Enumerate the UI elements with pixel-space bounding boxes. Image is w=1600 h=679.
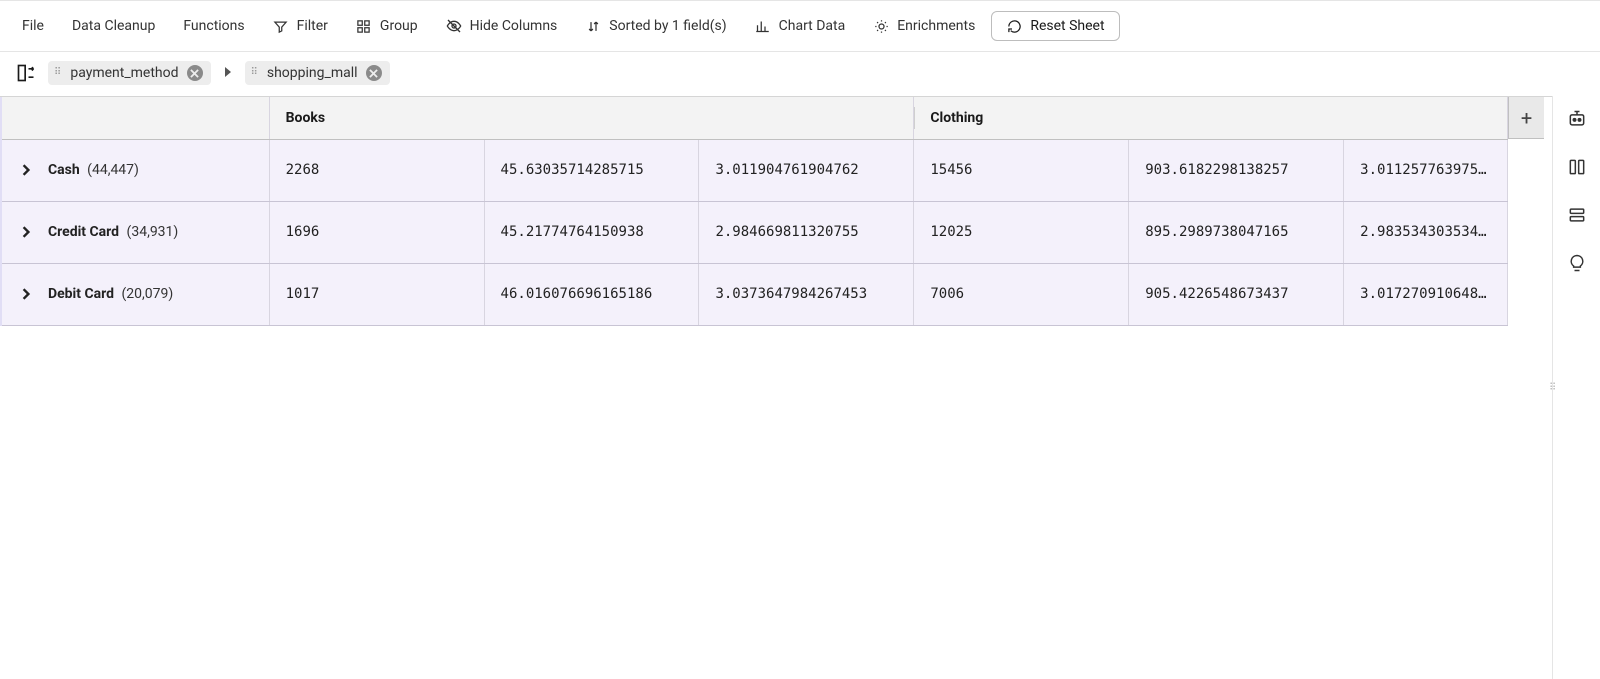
row-count: (20,079): [118, 286, 173, 302]
assistant-button[interactable]: [1562, 106, 1592, 136]
pivot-icon[interactable]: [14, 61, 38, 85]
column-group-books[interactable]: Books: [269, 97, 914, 139]
file-label: File: [22, 18, 44, 34]
table-row: Cash (44,447)226845.630357142857153.0119…: [1, 139, 1508, 201]
rowhead-blank: [1, 97, 269, 139]
group-chip-shopping-mall[interactable]: ⠿ shopping_mall: [245, 61, 390, 85]
filter-label: Filter: [297, 18, 328, 34]
file-menu[interactable]: File: [10, 12, 56, 40]
row-count: (44,447): [84, 162, 139, 178]
resize-handle-icon[interactable]: ⠿: [1549, 382, 1557, 393]
columns-panel-button[interactable]: [1562, 154, 1592, 184]
enrichments-button[interactable]: Enrichments: [861, 12, 987, 40]
row-count: (34,931): [123, 224, 178, 240]
add-column-button[interactable]: +: [1508, 97, 1544, 139]
plus-icon: +: [1521, 106, 1532, 130]
right-rail: ⠿: [1552, 96, 1600, 679]
enrichments-label: Enrichments: [897, 18, 975, 34]
sort-icon: [585, 18, 601, 34]
reset-sheet-button[interactable]: Reset Sheet: [991, 11, 1119, 41]
group-chip-payment-method[interactable]: ⠿ payment_method: [48, 61, 211, 85]
remove-chip-button[interactable]: [366, 65, 382, 81]
data-cell[interactable]: 45.21774764150938: [484, 201, 699, 263]
expand-row-button[interactable]: [18, 286, 34, 302]
chart-data-label: Chart Data: [779, 18, 846, 34]
pivot-grid[interactable]: Books Clothing Cash (44,447)226845.63035…: [0, 96, 1552, 679]
data-cell[interactable]: 3.011257763975155: [1344, 139, 1508, 201]
rows-panel-button[interactable]: [1562, 202, 1592, 232]
data-cell[interactable]: 1696: [269, 201, 484, 263]
functions-label: Functions: [183, 18, 244, 34]
data-cell[interactable]: 2.984669811320755: [699, 201, 914, 263]
hide-columns-button[interactable]: Hide Columns: [434, 12, 570, 40]
expand-row-button[interactable]: [18, 224, 34, 240]
row-label: Cash: [48, 162, 80, 178]
data-cell[interactable]: 2268: [269, 139, 484, 201]
filter-button[interactable]: Filter: [261, 12, 340, 40]
chip-label: shopping_mall: [267, 65, 358, 81]
row-label: Credit Card: [48, 224, 119, 240]
functions-menu[interactable]: Functions: [171, 12, 256, 40]
reset-sheet-label: Reset Sheet: [1030, 18, 1104, 34]
data-cell[interactable]: 7006: [914, 263, 1129, 325]
sparkle-icon: [873, 18, 889, 34]
toolbar: File Data Cleanup Functions Filter Group…: [0, 0, 1600, 52]
chip-label: payment_method: [70, 65, 178, 81]
robot-icon: [1567, 109, 1587, 133]
data-cell[interactable]: 12025: [914, 201, 1129, 263]
data-cell[interactable]: 2.9835343035343036: [1344, 201, 1508, 263]
data-cleanup-label: Data Cleanup: [72, 18, 155, 34]
chart-icon: [755, 18, 771, 34]
column-group-label: Clothing: [930, 110, 983, 126]
refresh-icon: [1006, 18, 1022, 34]
table-row: Credit Card (34,931)169645.2177476415093…: [1, 201, 1508, 263]
group-icon: [356, 18, 372, 34]
data-cell[interactable]: 3.017270910648016: [1344, 263, 1508, 325]
data-cell[interactable]: 903.6182298138257: [1129, 139, 1344, 201]
expand-row-button[interactable]: [18, 162, 34, 178]
column-group-clothing[interactable]: Clothing: [914, 97, 1508, 139]
row-header[interactable]: Cash (44,447): [1, 139, 269, 201]
filter-icon: [273, 18, 289, 34]
data-cell[interactable]: 46.016076696165186: [484, 263, 699, 325]
chart-data-button[interactable]: Chart Data: [743, 12, 858, 40]
data-cell[interactable]: 895.2989738047165: [1129, 201, 1344, 263]
drag-handle-icon: ⠿: [251, 68, 259, 78]
data-cell[interactable]: 3.011904761904762: [699, 139, 914, 201]
remove-chip-button[interactable]: [187, 65, 203, 81]
lightbulb-icon: [1567, 253, 1587, 277]
data-cell[interactable]: 3.0373647984267453: [699, 263, 914, 325]
sort-button[interactable]: Sorted by 1 field(s): [573, 12, 738, 40]
eye-off-icon: [446, 18, 462, 34]
sort-label: Sorted by 1 field(s): [609, 18, 726, 34]
data-cell[interactable]: 15456: [914, 139, 1129, 201]
data-cell[interactable]: 905.4226548673437: [1129, 263, 1344, 325]
group-label: Group: [380, 18, 418, 34]
columns-icon: [1567, 157, 1587, 181]
group-button[interactable]: Group: [344, 12, 430, 40]
column-group-label: Books: [286, 110, 325, 126]
rows-icon: [1567, 205, 1587, 229]
hide-columns-label: Hide Columns: [470, 18, 558, 34]
data-cleanup-menu[interactable]: Data Cleanup: [60, 12, 167, 40]
table-row: Debit Card (20,079)101746.01607669616518…: [1, 263, 1508, 325]
data-cell[interactable]: 1017: [269, 263, 484, 325]
drag-handle-icon: ⠿: [54, 68, 62, 78]
group-chip-bar: ⠿ payment_method ⠿ shopping_mall: [0, 52, 1600, 96]
data-cell[interactable]: 45.63035714285715: [484, 139, 699, 201]
row-label: Debit Card: [48, 286, 114, 302]
insights-button[interactable]: [1562, 250, 1592, 280]
row-header[interactable]: Credit Card (34,931): [1, 201, 269, 263]
row-header[interactable]: Debit Card (20,079): [1, 263, 269, 325]
chevron-right-icon: [221, 66, 235, 80]
